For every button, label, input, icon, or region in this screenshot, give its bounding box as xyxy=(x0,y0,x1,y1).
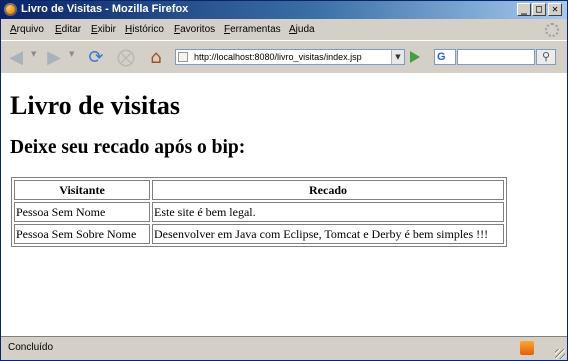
menu-favoritos[interactable]: Favoritos xyxy=(174,24,215,35)
page-content: Livro de visitas Deixe seu recado após o… xyxy=(1,73,567,336)
url-text[interactable]: http://localhost:8080/livro_visitas/inde… xyxy=(194,52,362,62)
guestbook-table: Visitante Recado Pessoa Sem Nome Este si… xyxy=(11,177,507,247)
page-subtitle: Deixe seu recado após o bip: xyxy=(10,137,246,158)
search-engine-selector[interactable]: G xyxy=(434,49,456,65)
browser-window: Livro de Visitas - Mozilla Firefox _ □ ✕… xyxy=(0,0,568,361)
search-input[interactable] xyxy=(457,49,535,65)
page-title: Livro de visitas xyxy=(10,91,180,120)
cell-recado: Desenvolver em Java com Eclipse, Tomcat … xyxy=(152,224,504,244)
firefox-logo-icon xyxy=(4,3,17,16)
table-row: Pessoa Sem Nome Este site é bem legal. xyxy=(14,202,504,222)
navigation-toolbar: ◀ ▼ ▶ ▼ ⟳ ⨂ ⌂ http://localhost:8080/livr… xyxy=(1,40,567,75)
magnifier-icon[interactable]: ⚲ xyxy=(536,49,556,65)
menu-bar: Arquivo Editar Exibir Histórico Favorito… xyxy=(1,20,567,40)
addon-status-icon[interactable] xyxy=(520,341,534,355)
close-button[interactable]: ✕ xyxy=(548,3,562,16)
cell-visitante: Pessoa Sem Sobre Nome xyxy=(14,224,150,244)
back-arrow-icon[interactable]: ◀ xyxy=(5,47,27,69)
header-recado: Recado xyxy=(152,180,504,200)
menu-arquivo[interactable]: Arquivo xyxy=(10,24,44,35)
menu-exibir[interactable]: Exibir xyxy=(91,24,116,35)
table-row: Pessoa Sem Sobre Nome Desenvolver em Jav… xyxy=(14,224,504,244)
cell-visitante: Pessoa Sem Nome xyxy=(14,202,150,222)
go-arrow-icon[interactable] xyxy=(410,51,420,63)
page-icon xyxy=(178,52,188,62)
minimize-button[interactable]: _ xyxy=(517,3,531,16)
status-bar: Concluído xyxy=(1,336,567,360)
throbber-icon xyxy=(545,23,559,37)
address-bar[interactable]: http://localhost:8080/livro_visitas/inde… xyxy=(175,49,405,65)
reload-icon[interactable]: ⟳ xyxy=(85,47,107,69)
status-text: Concluído xyxy=(8,342,54,353)
resize-grip[interactable] xyxy=(555,349,565,359)
table-header-row: Visitante Recado xyxy=(14,180,504,200)
menu-ferramentas[interactable]: Ferramentas xyxy=(224,24,281,35)
cell-recado: Este site é bem legal. xyxy=(152,202,504,222)
title-bar[interactable]: Livro de Visitas - Mozilla Firefox _ □ ✕ xyxy=(1,1,567,19)
stop-icon[interactable]: ⨂ xyxy=(115,47,137,69)
window-title: Livro de Visitas - Mozilla Firefox xyxy=(21,3,189,15)
back-history-dropdown[interactable]: ▼ xyxy=(31,50,36,58)
url-dropdown-button[interactable]: ▼ xyxy=(391,50,404,64)
menu-historico[interactable]: Histórico xyxy=(125,24,164,35)
maximize-button[interactable]: □ xyxy=(532,3,546,16)
menu-editar[interactable]: Editar xyxy=(55,24,81,35)
home-icon[interactable]: ⌂ xyxy=(145,47,167,69)
forward-history-dropdown[interactable]: ▼ xyxy=(69,50,74,58)
forward-arrow-icon[interactable]: ▶ xyxy=(43,47,65,69)
header-visitante: Visitante xyxy=(14,180,150,200)
menu-ajuda[interactable]: Ajuda xyxy=(289,24,315,35)
